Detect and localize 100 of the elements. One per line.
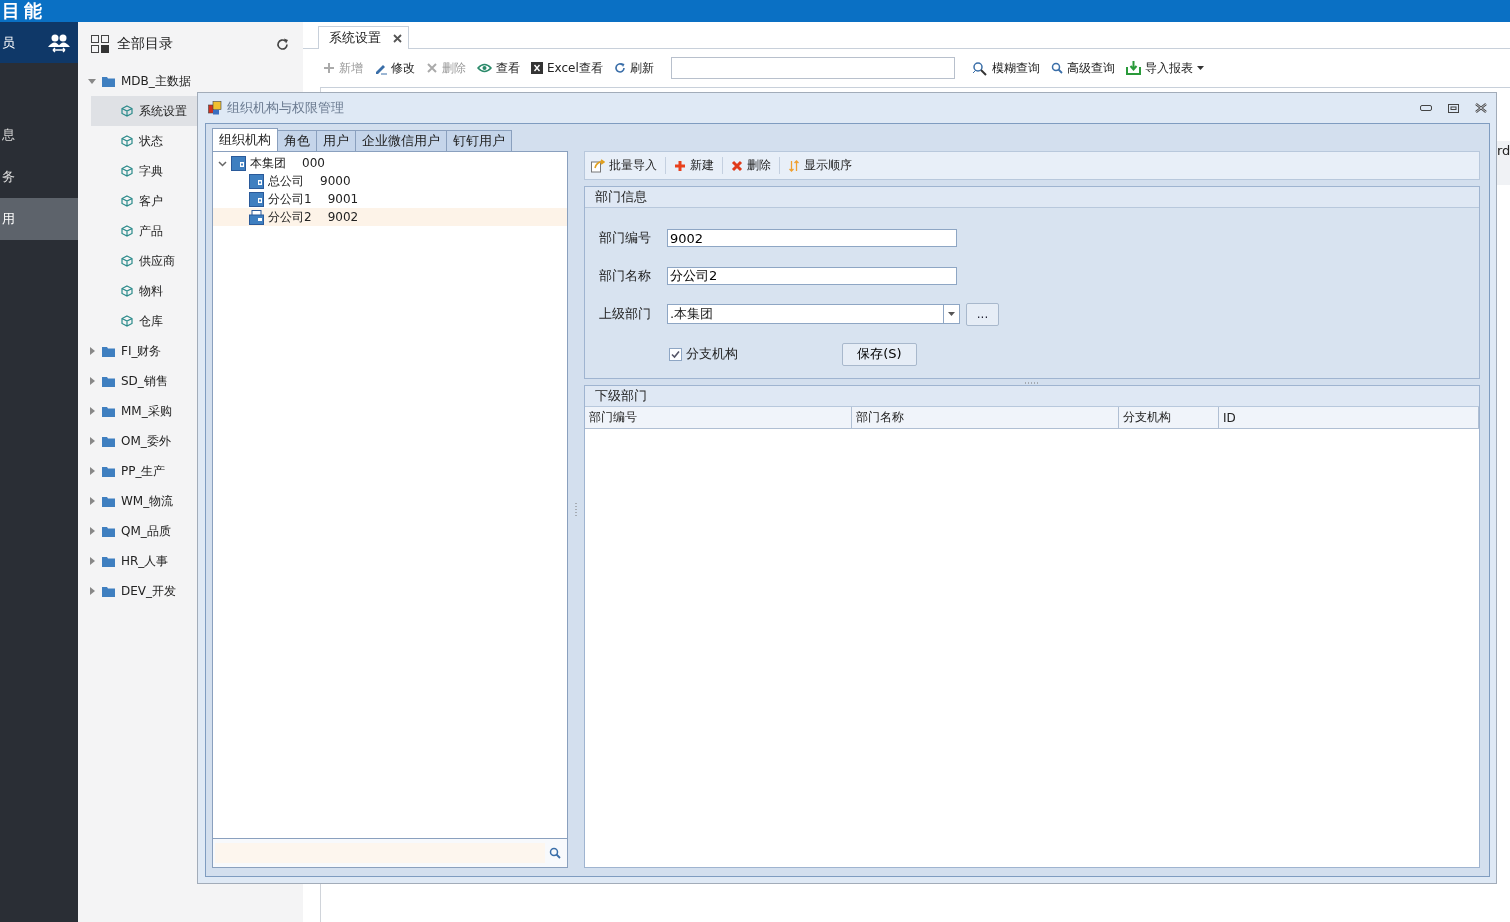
sort-arrows-icon — [788, 159, 800, 172]
folder-icon — [102, 585, 115, 597]
building-icon — [231, 155, 246, 171]
folder-icon — [102, 375, 115, 387]
eye-icon — [477, 63, 492, 73]
people-icon[interactable] — [48, 32, 70, 53]
collapsed-arrow-icon[interactable] — [88, 497, 96, 505]
cube-icon — [121, 135, 133, 147]
group-title: 下级部门 — [585, 386, 1479, 407]
collapsed-arrow-icon[interactable] — [88, 347, 96, 355]
toolbar-button[interactable]: 删除 — [731, 157, 780, 174]
close-icon[interactable] — [393, 33, 402, 43]
building-icon — [249, 191, 264, 207]
toolbar-button[interactable]: Excel查看 — [531, 59, 603, 77]
tree-folder[interactable]: OM_委外 — [78, 426, 303, 456]
tree-item[interactable]: 供应商 — [91, 246, 183, 276]
search-icon[interactable] — [549, 847, 561, 859]
minimize-icon[interactable] — [1420, 105, 1432, 111]
tree-item[interactable]: 仓库 — [91, 306, 171, 336]
tab[interactable]: 组织机构 — [212, 128, 278, 151]
tree-folder[interactable]: HR_人事 — [78, 546, 303, 576]
toolbar-button[interactable]: 刷新 — [613, 59, 654, 77]
save-button[interactable]: 保存(S) — [842, 342, 917, 366]
tree-folder[interactable]: FI_财务 — [78, 336, 303, 366]
tree-folder[interactable]: MDB_主数据 — [78, 66, 303, 96]
folder-label: OM_委外 — [121, 432, 171, 450]
input-field[interactable]: 9002 — [667, 229, 957, 247]
close-icon[interactable] — [1475, 103, 1487, 113]
nav-item[interactable]: 息 — [0, 114, 78, 156]
field-label: 上级部门 — [599, 305, 652, 323]
nav-item[interactable]: 用 — [0, 198, 78, 240]
tab[interactable]: 角色 — [277, 130, 317, 151]
folder-icon — [102, 435, 115, 447]
dropdown-field[interactable]: .本集团 — [667, 304, 960, 324]
input-field[interactable]: 分公司2 — [667, 267, 957, 285]
cube-icon — [121, 195, 133, 207]
grid-icon — [91, 35, 109, 53]
cube-icon — [121, 225, 133, 237]
tab[interactable]: 系统设置 — [318, 26, 409, 49]
folder-label: MM_采购 — [121, 402, 172, 420]
collapsed-arrow-icon[interactable] — [88, 527, 96, 535]
tree-item[interactable]: 字典 — [91, 156, 171, 186]
column-header[interactable]: 部门编号 — [585, 407, 852, 428]
tree-node[interactable]: 总公司 9000 — [213, 172, 567, 190]
folder-label: PP_生产 — [121, 462, 166, 480]
toolbar-button[interactable]: 查看 — [477, 59, 520, 77]
toolbar-button[interactable]: 模糊查询 — [971, 59, 1040, 77]
folder-label: QM_品质 — [121, 522, 171, 540]
collapsed-arrow-icon[interactable] — [88, 377, 96, 385]
collapsed-arrow-icon[interactable] — [88, 557, 96, 565]
collapsed-arrow-icon[interactable] — [88, 587, 96, 595]
column-header[interactable]: ID — [1219, 407, 1479, 428]
collapsed-arrow-icon[interactable] — [88, 467, 96, 475]
tree-item[interactable]: 产品 — [91, 216, 171, 246]
tree-node[interactable]: 分公司2 9002 — [213, 208, 567, 226]
folder-label: FI_财务 — [121, 342, 162, 360]
dialog-title: 组织机构与权限管理 — [227, 99, 345, 117]
plus-icon — [323, 62, 335, 74]
collapsed-arrow-icon[interactable] — [88, 437, 96, 445]
tree-item[interactable]: 客户 — [91, 186, 171, 216]
tab[interactable]: 用户 — [316, 130, 356, 151]
tree-node[interactable]: 本集团 000 — [213, 154, 567, 172]
folder-label: WM_物流 — [121, 492, 174, 510]
tree-folder[interactable]: SD_销售 — [78, 366, 303, 396]
tree-item[interactable]: 状态 — [91, 126, 171, 156]
field-label: 部门名称 — [599, 267, 652, 285]
chevron-down-icon[interactable] — [218, 158, 227, 168]
column-header[interactable]: 部门名称 — [852, 407, 1119, 428]
expanded-arrow-icon[interactable] — [88, 77, 96, 85]
folder-label: MDB_主数据 — [121, 72, 191, 90]
cross-icon — [731, 159, 743, 172]
refresh-icon[interactable] — [276, 37, 289, 51]
tree-folder[interactable]: WM_物流 — [78, 486, 303, 516]
toolbar-button[interactable]: 批量导入 — [591, 157, 666, 174]
cube-icon — [121, 255, 133, 267]
maximize-icon[interactable] — [1448, 103, 1459, 113]
toolbar-button[interactable]: 新建 — [674, 157, 723, 174]
tree-folder[interactable]: DEV_开发 — [78, 576, 303, 606]
folder-label: DEV_开发 — [121, 582, 177, 600]
tree-item[interactable]: 物料 — [91, 276, 171, 306]
search-field[interactable] — [670, 57, 955, 79]
tab[interactable]: 钉钉用户 — [446, 130, 512, 151]
caret-icon — [1196, 66, 1204, 70]
toolbar-button[interactable]: 高级查询 — [1050, 59, 1115, 77]
browse-button[interactable]: ... — [966, 302, 999, 326]
tree-node[interactable]: 分公司1 9001 — [213, 190, 567, 208]
tree-folder[interactable]: QM_品质 — [78, 516, 303, 546]
cube-icon — [121, 105, 133, 117]
column-header[interactable]: 分支机构 — [1119, 407, 1219, 428]
tree-folder[interactable]: MM_采购 — [78, 396, 303, 426]
tree-folder[interactable]: PP_生产 — [78, 456, 303, 486]
checkbox[interactable]: 分支机构 — [669, 345, 738, 363]
tab[interactable]: 企业微信用户 — [355, 130, 447, 151]
nav-item[interactable]: 务 — [0, 156, 78, 198]
toolbar-button[interactable]: 修改 — [374, 59, 415, 77]
toolbar-button[interactable]: 导入报表 — [1125, 59, 1204, 77]
collapsed-arrow-icon[interactable] — [88, 407, 96, 415]
folder-icon — [102, 405, 115, 417]
group-title: 部门信息 — [585, 187, 1479, 208]
toolbar-button[interactable]: 显示顺序 — [788, 157, 860, 174]
